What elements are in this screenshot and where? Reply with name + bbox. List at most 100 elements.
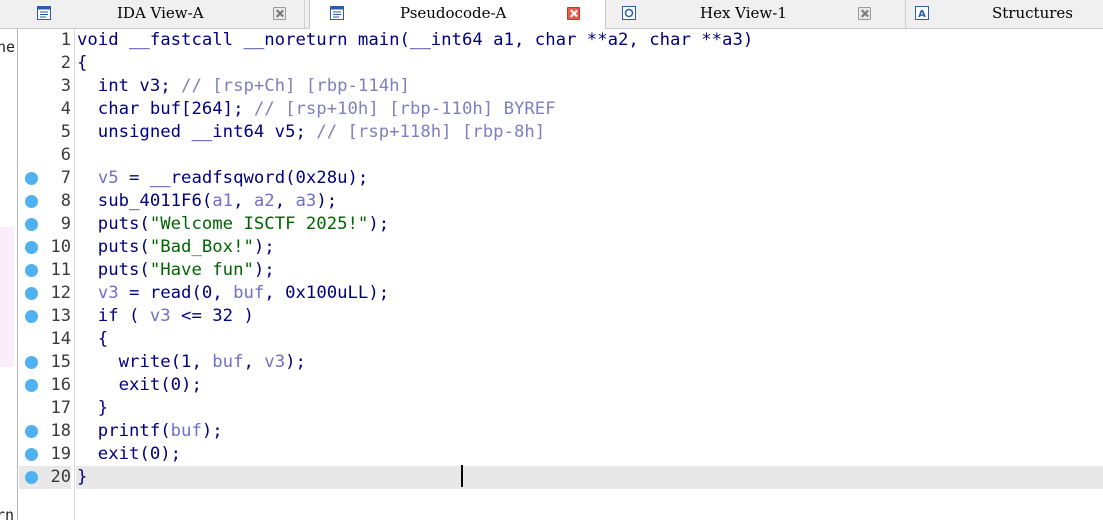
code-variable: a1	[212, 191, 234, 211]
code-line[interactable]: void __fastcall __noreturn main(__int64 …	[77, 29, 753, 52]
code-token: void __fastcall __noreturn main(__int64 …	[77, 30, 754, 50]
line-number: 4	[60, 99, 71, 119]
breakpoint-marker-icon[interactable]	[25, 448, 38, 461]
code-line[interactable]: printf(buf);	[77, 420, 223, 443]
code-variable: buf	[212, 352, 244, 372]
code-token: if (	[77, 306, 150, 326]
code-token: exit(0);	[77, 444, 182, 464]
line-number: 14	[50, 329, 71, 349]
code-token: ,	[233, 191, 254, 211]
line-number: 2	[60, 53, 71, 73]
code-token: char buf[264];	[77, 99, 254, 119]
code-variable: a2	[253, 191, 275, 211]
adjacent-panel-text-bottom: rn	[0, 506, 15, 520]
code-line[interactable]: }	[77, 466, 87, 489]
svg-text:A: A	[918, 9, 926, 20]
adjacent-panel-edge: ne rn	[0, 29, 18, 520]
tab-close-ida-view-a[interactable]	[273, 7, 286, 20]
code-variable: v5	[97, 168, 119, 188]
breakpoint-marker-icon[interactable]	[25, 425, 38, 438]
code-token: <= 32 )	[170, 306, 254, 326]
tab-label-hex-view-1: Hex View-1	[700, 4, 787, 22]
code-line[interactable]: sub_4011F6(a1, a2, a3);	[77, 190, 337, 213]
code-token: puts(	[77, 237, 150, 257]
code-token: );	[285, 352, 306, 372]
tab-pseudocode-a[interactable]: Pseudocode-A	[309, 0, 606, 29]
code-token: }	[77, 467, 88, 487]
tab-structures[interactable]: A Structures	[906, 0, 1103, 28]
code-line[interactable]: exit(0);	[77, 443, 181, 466]
adjacent-panel-text-top: ne	[0, 38, 16, 56]
line-number: 17	[50, 398, 71, 418]
code-token: exit(0);	[77, 375, 202, 395]
code-token: unsigned __int64 v5;	[77, 122, 317, 142]
code-line[interactable]: unsigned __int64 v5; // [rsp+118h] [rbp-…	[77, 121, 545, 144]
code-variable: v3	[97, 283, 119, 303]
code-variable: v3	[264, 352, 286, 372]
breakpoint-marker-icon[interactable]	[25, 264, 38, 277]
code-line[interactable]: }	[77, 397, 108, 420]
code-variable: v3	[149, 306, 171, 326]
code-line[interactable]: write(1, buf, v3);	[77, 351, 306, 374]
code-token: sub_4011F6(	[77, 191, 213, 211]
code-line[interactable]: int v3; // [rsp+Ch] [rbp-114h]	[77, 75, 410, 98]
line-number: 5	[60, 122, 71, 142]
structures-icon: A	[915, 6, 929, 20]
code-line[interactable]: char buf[264]; // [rsp+10h] [rbp-110h] B…	[77, 98, 556, 121]
code-line[interactable]: puts("Have fun");	[77, 259, 275, 282]
code-token: );	[368, 214, 390, 234]
tab-label-structures: Structures	[992, 4, 1073, 22]
code-token: );	[201, 421, 223, 441]
code-line[interactable]: {	[77, 52, 87, 75]
code-comment: // [rsp+118h] [rbp-8h]	[316, 122, 546, 142]
tab-label-pseudocode-a: Pseudocode-A	[400, 4, 507, 22]
line-number: 3	[60, 76, 71, 96]
code-token: = read(0,	[118, 283, 234, 303]
tab-hex-view-1[interactable]: Hex View-1	[606, 0, 906, 28]
breakpoint-marker-icon[interactable]	[25, 195, 38, 208]
code-variable: buf	[233, 283, 265, 303]
code-comment: // [rsp+Ch] [rbp-114h]	[181, 76, 410, 96]
code-token: }	[77, 398, 109, 418]
tab-close-pseudocode-a[interactable]	[567, 7, 580, 20]
code-string: "Bad_Box!"	[149, 237, 254, 257]
code-token: printf(	[77, 421, 171, 441]
code-token: );	[253, 237, 275, 257]
breakpoint-marker-icon[interactable]	[25, 287, 38, 300]
breakpoint-marker-icon[interactable]	[25, 172, 38, 185]
code-line[interactable]: puts("Bad_Box!");	[77, 236, 275, 259]
code-line[interactable]: exit(0);	[77, 374, 202, 397]
code-line[interactable]: {	[77, 328, 108, 351]
code-token: );	[253, 260, 275, 280]
code-token: puts(	[77, 214, 150, 234]
code-line[interactable]: v5 = __readfsqword(0x28u);	[77, 167, 369, 190]
code-token: {	[77, 329, 109, 349]
breakpoint-marker-icon[interactable]	[25, 379, 38, 392]
code-token: = __readfsqword(0x28u);	[118, 168, 369, 188]
tab-bar: IDA View-A Pseudocode-A Hex View-1 A Str…	[0, 0, 1103, 29]
tab-label-ida-view-a: IDA View-A	[117, 4, 204, 22]
line-number: 1	[60, 30, 71, 50]
hex-view-icon	[622, 6, 636, 20]
code-token: {	[77, 53, 88, 73]
code-line[interactable]: puts("Welcome ISCTF 2025!");	[77, 213, 389, 236]
code-token: ,	[274, 191, 296, 211]
code-token: int v3;	[77, 76, 182, 96]
breakpoint-marker-icon[interactable]	[25, 310, 38, 323]
code-token: write(1,	[77, 352, 213, 372]
line-number: 6	[60, 145, 71, 165]
tab-ida-view-a[interactable]: IDA View-A	[0, 0, 305, 28]
breakpoint-marker-icon[interactable]	[25, 241, 38, 254]
code-string: "Have fun"	[149, 260, 254, 280]
code-token: ,	[243, 352, 265, 372]
breakpoint-marker-icon[interactable]	[25, 356, 38, 369]
text-cursor	[461, 465, 463, 487]
code-line[interactable]: v3 = read(0, buf, 0x100uLL);	[77, 282, 389, 305]
tab-close-hex-view-1[interactable]	[858, 7, 871, 20]
pseudocode-view-icon	[330, 6, 344, 20]
breakpoint-marker-icon[interactable]	[25, 218, 38, 231]
breakpoint-marker-icon[interactable]	[25, 471, 38, 484]
code-line[interactable]: if ( v3 <= 32 )	[77, 305, 254, 328]
